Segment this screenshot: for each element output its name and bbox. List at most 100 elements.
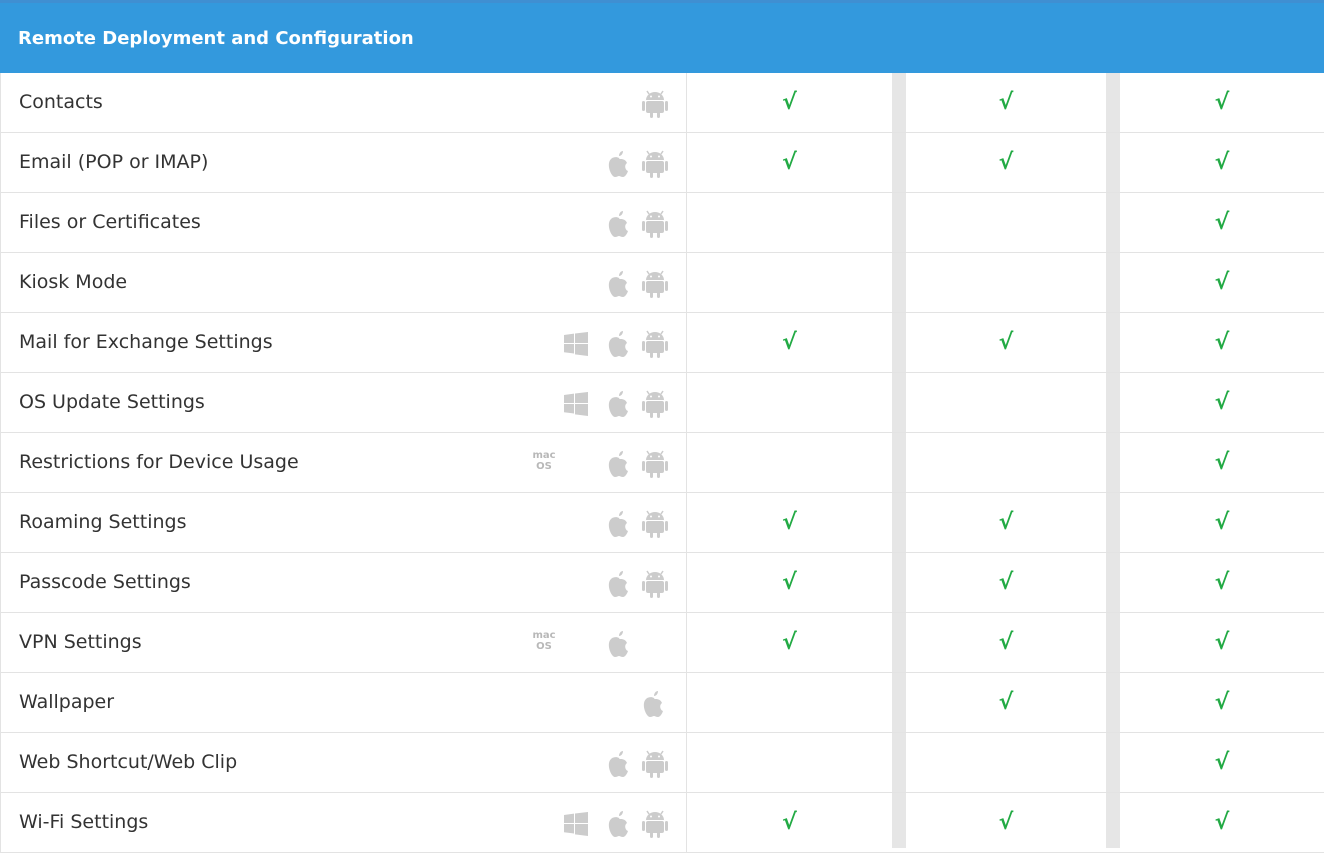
check-icon: √ [998, 630, 1014, 655]
plan-cell-3: √ [1120, 193, 1324, 252]
plan-cell-3: √ [1120, 793, 1324, 852]
windows-icon [564, 812, 588, 840]
check-icon: √ [782, 570, 797, 595]
apple-icon [642, 690, 666, 722]
plan-cell-1 [686, 193, 892, 252]
check-icon: √ [782, 630, 797, 655]
feature-cell: VPN Settings mac OS [0, 613, 685, 672]
check-icon: √ [1214, 270, 1230, 295]
plan-cell-1: √ [686, 553, 892, 612]
plan-cell-2: √ [906, 493, 1106, 552]
apple-icon [607, 450, 631, 482]
feature-cell: Restrictions for Device Usage mac OS [0, 433, 685, 492]
feature-cell: OS Update Settings [0, 373, 685, 432]
plan-cell-2: √ [906, 793, 1106, 852]
plan-cell-2 [906, 733, 1106, 792]
feature-cell: Passcode Settings [0, 553, 685, 612]
check-icon: √ [998, 330, 1014, 355]
plan-cell-1 [686, 733, 892, 792]
feature-cell: Files or Certificates [0, 193, 685, 252]
android-icon [642, 810, 668, 842]
table-row: Passcode Settings √ √ √ [0, 553, 1324, 613]
feature-cell: Wallpaper [0, 673, 685, 732]
table-row: Wallpaper √ √ [0, 673, 1324, 733]
feature-label: Files or Certificates [19, 211, 201, 233]
feature-label: Restrictions for Device Usage [19, 451, 299, 473]
feature-label: Email (POP or IMAP) [19, 151, 209, 173]
table-row: Email (POP or IMAP) √ √ √ [0, 133, 1324, 193]
apple-icon [607, 810, 631, 842]
table-row: Kiosk Mode √ [0, 253, 1324, 313]
check-icon: √ [1214, 330, 1230, 355]
android-icon [642, 450, 668, 482]
check-icon: √ [782, 90, 797, 115]
macos-icon: mac OS [529, 450, 559, 472]
android-icon [642, 570, 668, 602]
feature-label: Roaming Settings [19, 511, 187, 533]
feature-label: Wi-Fi Settings [19, 811, 149, 833]
table-header: Remote Deployment and Configuration [0, 0, 1324, 73]
plan-cell-2 [906, 433, 1106, 492]
table-row: VPN Settings mac OS √ √ √ [0, 613, 1324, 673]
windows-icon [564, 392, 588, 420]
plan-cell-3: √ [1120, 373, 1324, 432]
plan-cell-2 [906, 193, 1106, 252]
plan-cell-1: √ [686, 73, 892, 132]
plan-cell-3: √ [1120, 253, 1324, 312]
apple-icon [607, 210, 631, 242]
plan-cell-3: √ [1120, 433, 1324, 492]
apple-icon [607, 750, 631, 782]
android-icon [642, 150, 668, 182]
plan-cell-1: √ [686, 313, 892, 372]
windows-icon [564, 332, 588, 360]
table-row: Web Shortcut/Web Clip √ [0, 733, 1324, 793]
plan-cell-2: √ [906, 613, 1106, 672]
check-icon: √ [1214, 570, 1230, 595]
table-row: Files or Certificates √ [0, 193, 1324, 253]
android-icon [642, 750, 668, 782]
apple-icon [607, 270, 631, 302]
feature-cell: Kiosk Mode [0, 253, 685, 312]
plan-cell-1: √ [686, 133, 892, 192]
android-icon [642, 90, 668, 122]
plan-cell-3: √ [1120, 673, 1324, 732]
plan-cell-2: √ [906, 73, 1106, 132]
check-icon: √ [1214, 210, 1230, 235]
macos-icon: mac OS [529, 630, 559, 652]
table-row: Wi-Fi Settings √ √ √ [0, 793, 1324, 853]
check-icon: √ [1214, 690, 1230, 715]
check-icon: √ [782, 810, 797, 835]
plan-cell-2: √ [906, 313, 1106, 372]
feature-label: VPN Settings [19, 631, 142, 653]
plan-cell-3: √ [1120, 613, 1324, 672]
check-icon: √ [1214, 630, 1230, 655]
feature-cell: Web Shortcut/Web Clip [0, 733, 685, 792]
android-icon [642, 210, 668, 242]
plan-cell-3: √ [1120, 73, 1324, 132]
plan-cell-2: √ [906, 673, 1106, 732]
macos-icon-text: mac [532, 630, 556, 641]
apple-icon [607, 330, 631, 362]
plan-cell-1: √ [686, 793, 892, 852]
check-icon: √ [998, 570, 1014, 595]
plan-cell-2: √ [906, 553, 1106, 612]
check-icon: √ [998, 690, 1014, 715]
feature-cell: Contacts [0, 73, 685, 132]
plan-cell-2 [906, 373, 1106, 432]
check-icon: √ [782, 510, 797, 535]
plan-cell-1 [686, 433, 892, 492]
check-icon: √ [782, 330, 797, 355]
apple-icon [607, 390, 631, 422]
plan-cell-3: √ [1120, 493, 1324, 552]
feature-cell: Mail for Exchange Settings [0, 313, 685, 372]
feature-label: Kiosk Mode [19, 271, 128, 293]
feature-cell: Wi-Fi Settings [0, 793, 685, 852]
plan-cell-3: √ [1120, 133, 1324, 192]
check-icon: √ [998, 150, 1014, 175]
macos-icon-text: OS [536, 641, 552, 652]
check-icon: √ [1214, 390, 1230, 415]
feature-label: Mail for Exchange Settings [19, 331, 273, 353]
table-row: Roaming Settings √ √ √ [0, 493, 1324, 553]
table-title: Remote Deployment and Configuration [18, 27, 414, 49]
apple-icon [607, 510, 631, 542]
